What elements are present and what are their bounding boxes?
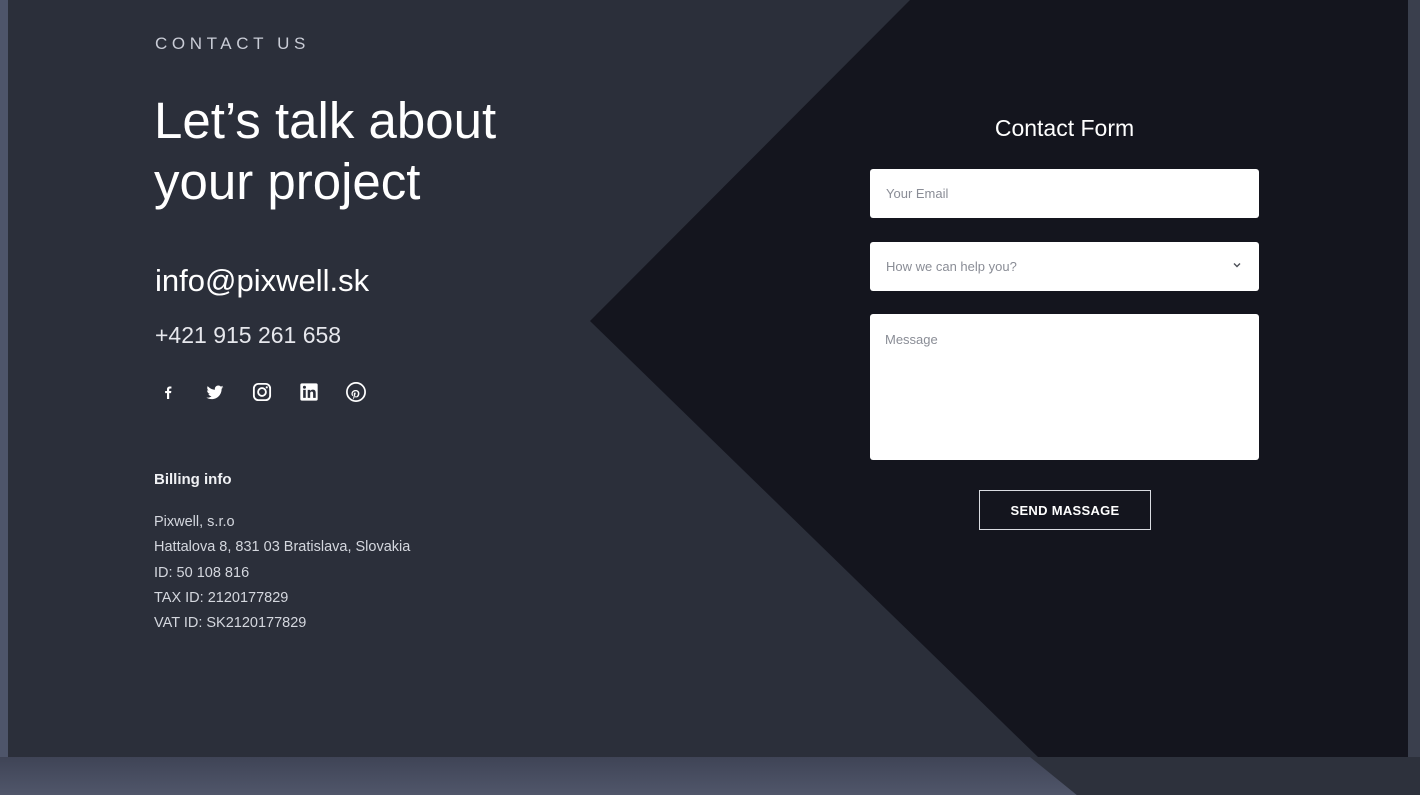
chevron-down-icon — [1231, 259, 1243, 274]
facebook-icon[interactable] — [155, 379, 181, 405]
twitter-icon[interactable] — [202, 379, 228, 405]
facebook-icon-glyph — [165, 386, 172, 400]
section-eyebrow: CONTACT US — [155, 34, 310, 53]
billing-info: Pixwell, s.r.o Hattalova 8, 831 03 Brati… — [154, 510, 410, 636]
send-button[interactable]: SEND MASSAGE — [979, 490, 1151, 530]
pinterest-icon[interactable] — [343, 379, 369, 405]
billing-company: Pixwell, s.r.o — [154, 514, 235, 530]
message-field[interactable] — [870, 314, 1259, 460]
page-title: Let’s talk about your project — [154, 92, 497, 210]
phone-number: +421 915 261 658 — [155, 322, 342, 348]
left-edge — [0, 0, 8, 795]
pinterest-icon-glyph — [346, 382, 366, 402]
linkedin-icon-glyph — [300, 383, 318, 401]
billing-vat-id: VAT ID: SK2120177829 — [154, 615, 307, 632]
contact-form-title: Contact Form — [994, 115, 1135, 141]
bottom-dark-shape — [1030, 757, 1420, 795]
twitter-icon-glyph — [206, 385, 224, 400]
chevron-down-glyph — [1233, 263, 1241, 268]
billing-id: ID: 50 108 816 — [154, 564, 250, 581]
help-select-placeholder: How we can help you? — [886, 259, 1017, 274]
email-link[interactable]: info@pixwell.sk — [155, 263, 369, 299]
linkedin-icon[interactable] — [296, 379, 322, 405]
page-frame: CONTACT US Let’s talk about your project… — [0, 0, 1420, 795]
help-select[interactable]: How we can help you? — [870, 242, 1259, 291]
billing-tax-id: TAX ID: 2120177829 — [154, 589, 289, 606]
billing-title: Billing info — [154, 471, 232, 488]
right-edge — [1408, 0, 1420, 795]
social-links — [155, 379, 369, 405]
instagram-icon[interactable] — [249, 379, 275, 405]
billing-address: Hattalova 8, 831 03 Bratislava, Slovakia — [154, 539, 411, 556]
instagram-icon-glyph — [252, 382, 272, 402]
email-field[interactable] — [870, 169, 1259, 218]
